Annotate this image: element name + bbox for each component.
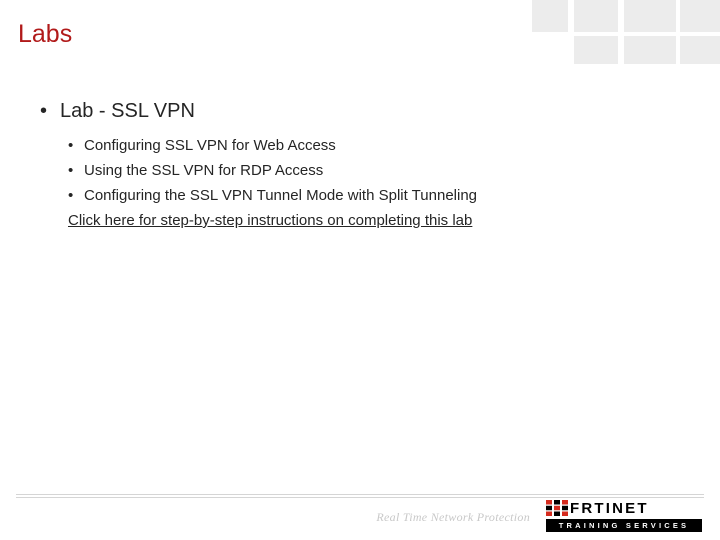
lab-instructions-link[interactable]: Click here for step-by-step instructions…	[68, 212, 680, 229]
deco-square	[574, 36, 618, 64]
deco-square	[624, 36, 676, 64]
deco-square	[532, 0, 568, 32]
brand-wordmark: FRTINET	[570, 500, 649, 517]
brand-block: FRTINET TRAINING SERVICES	[546, 499, 702, 532]
fortinet-mark-icon	[546, 500, 568, 516]
lab-subitem: Configuring the SSL VPN Tunnel Mode with…	[68, 187, 680, 204]
lab-subitem: Using the SSL VPN for RDP Access	[68, 162, 680, 179]
brand-subline: TRAINING SERVICES	[546, 519, 702, 532]
deco-square	[680, 36, 720, 64]
slide-root: Labs Lab - SSL VPN Configuring SSL VPN f…	[0, 0, 720, 540]
footer-divider	[16, 494, 704, 498]
slide-title: Labs	[18, 20, 72, 49]
lab-subitem: Configuring SSL VPN for Web Access	[68, 137, 680, 154]
lab-heading: Lab - SSL VPN	[40, 100, 680, 123]
deco-square	[574, 0, 618, 32]
footer-tagline: Real Time Network Protection	[376, 510, 530, 525]
deco-square	[680, 0, 720, 32]
brand-logo: FRTINET	[546, 499, 702, 517]
brand-wordmark-tail: RTINET	[581, 500, 648, 517]
deco-square	[624, 0, 676, 32]
content-block: Lab - SSL VPN Configuring SSL VPN for We…	[40, 100, 680, 229]
decorative-squares	[500, 0, 720, 68]
